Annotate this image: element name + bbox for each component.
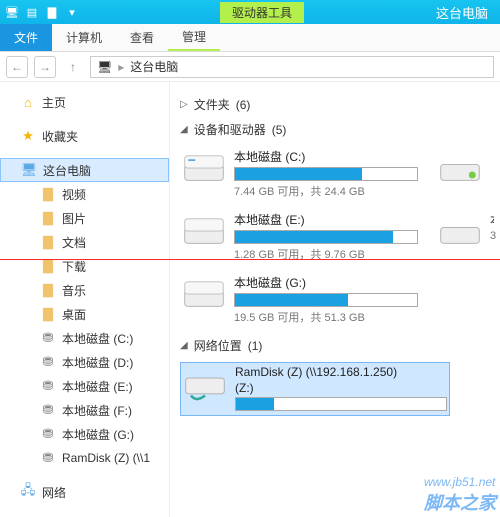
pc-icon: 🖥 <box>97 60 112 74</box>
chevron-right-icon: ▷ <box>180 99 188 110</box>
drive-icon <box>182 211 226 251</box>
usage-bar <box>234 230 418 244</box>
tree-this-pc[interactable]: 🖥这台电脑 <box>0 158 169 182</box>
folder-icon: ▇ <box>40 186 56 202</box>
tree-favorites[interactable]: ★收藏夹 <box>0 124 169 148</box>
tree-drive-c[interactable]: ⛃本地磁盘 (C:) <box>0 326 169 350</box>
titlebar: 🖥 ▤ ▇ ▾ 驱动器工具 这台电脑 <box>0 0 500 24</box>
usage-bar <box>235 397 447 411</box>
folder-icon: ▇ <box>40 234 56 250</box>
chevron-down-icon: ◢ <box>180 340 188 351</box>
annotation-redline <box>0 259 500 260</box>
nav-up-button[interactable]: ↑ <box>62 56 84 78</box>
breadcrumb[interactable]: 🖥 ▸ 这台电脑 <box>90 56 494 78</box>
usage-fill <box>235 294 348 306</box>
drive-icon: ⛃ <box>40 402 56 418</box>
drive-name: 本地磁盘 (C:) <box>234 148 418 165</box>
folder-icon: ▇ <box>40 306 56 322</box>
drive-icon: ⛃ <box>40 354 56 370</box>
folder-icon: ▇ <box>40 258 56 274</box>
tree-drive-e[interactable]: ⛃本地磁盘 (E:) <box>0 374 169 398</box>
drive-stat: 19.5 GB 可用，共 51.3 GB <box>234 309 418 325</box>
nav-back-button[interactable]: ← <box>6 56 28 78</box>
tab-computer[interactable]: 计算机 <box>52 24 116 51</box>
tree-drive-f[interactable]: ⛃本地磁盘 (F:) <box>0 398 169 422</box>
qat-dropdown-icon[interactable]: ▾ <box>64 4 80 20</box>
drive-name: 本地磁盘 (E:) <box>234 211 418 228</box>
qat-folder-icon[interactable]: ▇ <box>44 4 60 20</box>
chevron-right-icon: ▸ <box>118 60 124 74</box>
tree-drive-d[interactable]: ⛃本地磁盘 (D:) <box>0 350 169 374</box>
drive-cut-1[interactable] <box>436 146 496 201</box>
ribbon: 文件 计算机 查看 管理 <box>0 24 500 52</box>
network-icon: 🖧 <box>20 484 36 500</box>
app-icon: 🖥 <box>4 4 20 20</box>
tree-documents[interactable]: ▇文档 <box>0 230 169 254</box>
drive-name: 本地磁盘 (G:) <box>234 274 418 291</box>
drive-icon: ⛃ <box>40 378 56 394</box>
home-icon: ⌂ <box>20 94 36 110</box>
usage-fill <box>235 231 393 243</box>
drives-list: 本地磁盘 (C:) 7.44 GB 可用，共 24.4 GB 本地磁盘 (E:)… <box>180 146 500 327</box>
star-icon: ★ <box>20 128 36 144</box>
qat: 🖥 ▤ ▇ ▾ <box>4 4 80 20</box>
usage-fill <box>236 398 274 410</box>
tree-desktop[interactable]: ▇桌面 <box>0 302 169 326</box>
folder-icon: ▇ <box>40 210 56 226</box>
section-folders[interactable]: ▷ 文件夹 (6) <box>180 96 500 113</box>
pc-icon: 🖥 <box>21 162 37 178</box>
usage-bar <box>234 293 418 307</box>
drive-icon <box>182 274 226 314</box>
drive-icon <box>438 211 482 251</box>
drive-stat: 7.44 GB 可用，共 24.4 GB <box>234 183 418 199</box>
folder-icon: ▇ <box>40 282 56 298</box>
tree-music[interactable]: ▇音乐 <box>0 278 169 302</box>
drive-cut-2[interactable]: 本30 <box>436 209 496 264</box>
usage-bar <box>234 167 418 181</box>
tab-view[interactable]: 查看 <box>116 24 168 51</box>
drive-g[interactable]: 本地磁盘 (G:) 19.5 GB 可用，共 51.3 GB <box>180 272 420 327</box>
drive-letter: (Z:) <box>235 381 447 395</box>
tree-home[interactable]: ⌂主页 <box>0 90 169 114</box>
tree-ramdisk[interactable]: ⛃RamDisk (Z) (\\1 <box>0 446 169 470</box>
usage-fill <box>235 168 362 180</box>
drive-icon: ⛃ <box>40 330 56 346</box>
tab-file[interactable]: 文件 <box>0 24 52 51</box>
drive-name: RamDisk (Z) (\\192.168.1.250) <box>235 365 447 379</box>
content-pane: ▷ 文件夹 (6) ◢ 设备和驱动器 (5) 本地磁盘 (C:) 7.44 GB… <box>170 82 500 517</box>
drive-c[interactable]: 本地磁盘 (C:) 7.44 GB 可用，共 24.4 GB <box>180 146 420 201</box>
drive-icon <box>182 148 226 188</box>
drive-e[interactable]: 本地磁盘 (E:) 1.28 GB 可用，共 9.76 GB <box>180 209 420 264</box>
tree-pictures[interactable]: ▇图片 <box>0 206 169 230</box>
nav-fwd-button[interactable]: → <box>34 56 56 78</box>
qat-props-icon[interactable]: ▤ <box>24 4 40 20</box>
section-drives[interactable]: ◢ 设备和驱动器 (5) <box>180 121 500 138</box>
nav-tree: ⌂主页 ★收藏夹 🖥这台电脑 ▇视频 ▇图片 ▇文档 ▇下载 ▇音乐 ▇桌面 ⛃… <box>0 82 170 517</box>
drive-icon: ⛃ <box>40 426 56 442</box>
network-drive-icon <box>183 365 227 405</box>
tab-manage[interactable]: 管理 <box>168 24 220 51</box>
tree-network[interactable]: 🖧网络 <box>0 480 169 504</box>
drive-icon <box>438 148 482 188</box>
tree-drive-g[interactable]: ⛃本地磁盘 (G:) <box>0 422 169 446</box>
address-bar: ← → ↑ 🖥 ▸ 这台电脑 <box>0 52 500 82</box>
drive-icon: ⛃ <box>40 450 56 466</box>
tree-downloads[interactable]: ▇下载 <box>0 254 169 278</box>
breadcrumb-location[interactable]: 这台电脑 <box>130 58 178 75</box>
window-title: 这台电脑 <box>436 3 488 22</box>
watermark: www.jb51.net 脚本之家 <box>424 473 496 515</box>
tree-videos[interactable]: ▇视频 <box>0 182 169 206</box>
context-tab-drives[interactable]: 驱动器工具 <box>220 2 304 23</box>
network-drive-ramdisk[interactable]: RamDisk (Z) (\\192.168.1.250) (Z:) <box>180 362 450 416</box>
section-network[interactable]: ◢ 网络位置 (1) <box>180 337 500 354</box>
chevron-down-icon: ◢ <box>180 124 188 135</box>
